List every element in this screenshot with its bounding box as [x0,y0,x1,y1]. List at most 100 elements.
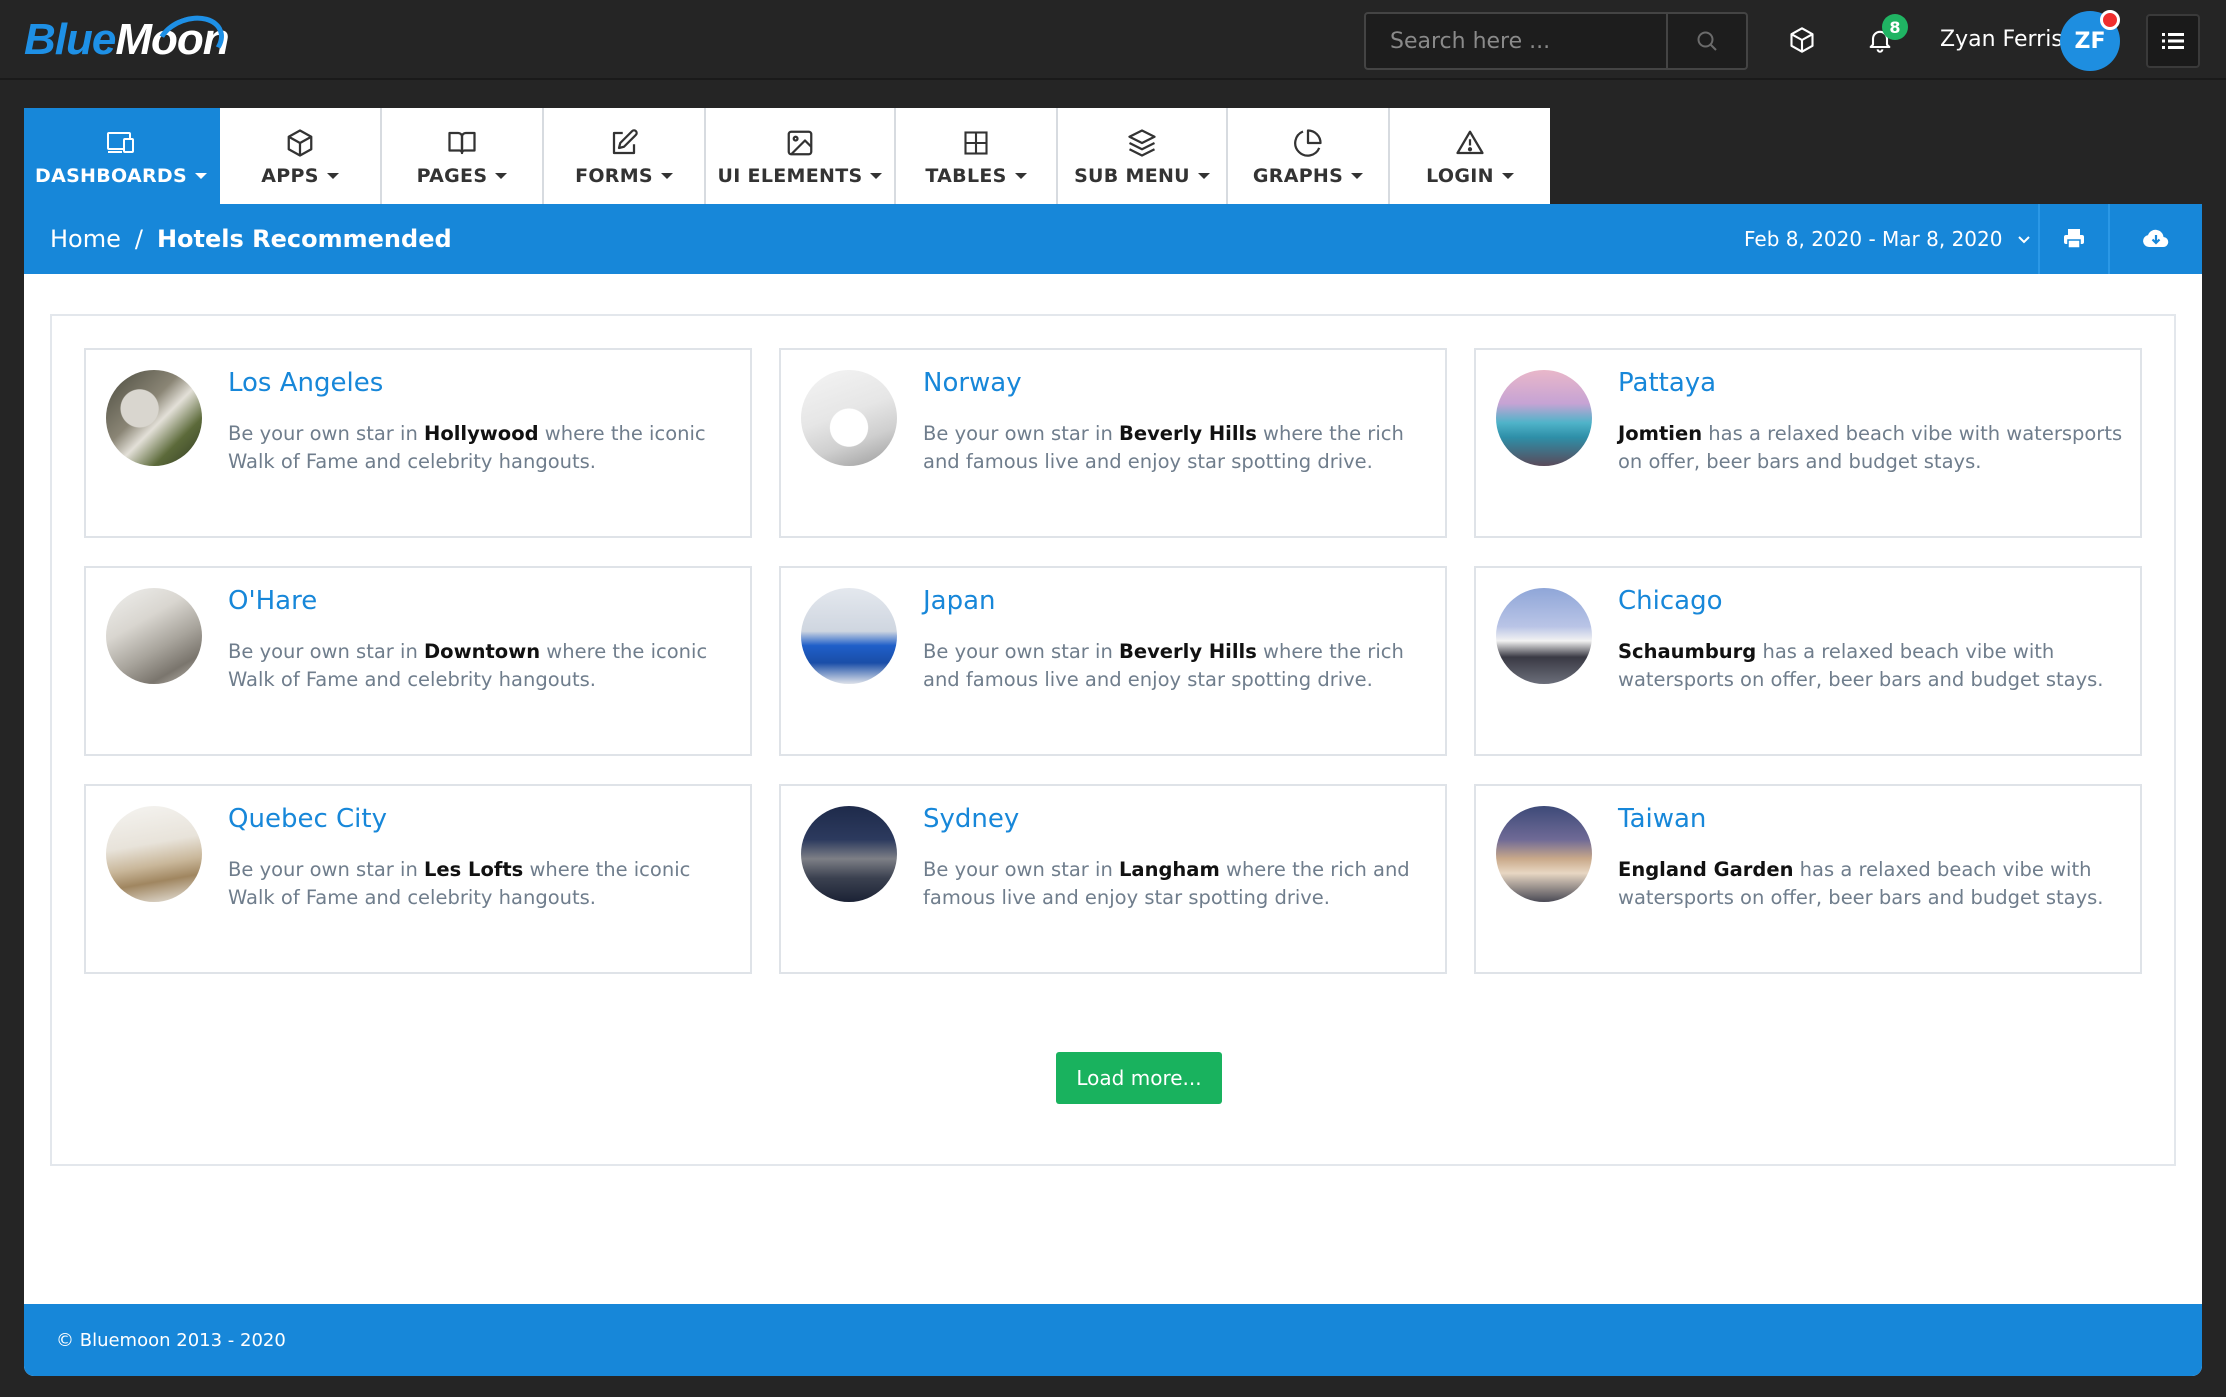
hotel-card[interactable]: Sydney Be your own star in Langham where… [779,784,1447,974]
hotel-thumbnail [801,370,897,466]
hotel-card[interactable]: Taiwan England Garden has a relaxed beac… [1474,784,2142,974]
tab-pages[interactable]: PAGES [382,108,544,204]
hotel-description: Be your own star in Downtown where the i… [228,640,708,691]
tab-login[interactable]: LOGIN [1390,108,1550,204]
hotel-thumbnail [106,588,202,684]
hotel-highlight: Hollywood [424,422,539,445]
hotel-description: Be your own star in Hollywood where the … [228,422,706,473]
hotel-title[interactable]: Pattaya [1618,368,1716,398]
breadcrumb-home[interactable]: Home [50,225,121,253]
printer-icon [2064,229,2084,249]
menu-toggle-button[interactable] [2146,14,2200,68]
hotel-card[interactable]: Norway Be your own star in Beverly Hills… [779,348,1447,538]
tab-apps[interactable]: APPS [220,108,382,204]
tab-label: FORMS [575,165,653,187]
tab-label: LOGIN [1426,165,1494,187]
box-icon [1790,27,1814,53]
hotel-highlight: England Garden [1618,858,1794,881]
hotel-thumbnail [801,588,897,684]
tab-label: GRAPHS [1252,165,1344,187]
hotel-card[interactable]: Los Angeles Be your own star in Hollywoo… [84,348,752,538]
box-button[interactable] [1782,20,1822,60]
download-button[interactable] [2108,204,2202,274]
layers-icon [1128,129,1156,157]
tab-sub-menu[interactable]: SUB MENU [1058,108,1228,204]
hotels-container: Los Angeles Be your own star in Hollywoo… [50,314,2176,1166]
hotel-thumbnail [106,806,202,902]
grid-icon [964,131,988,155]
alert-triangle-icon [1456,130,1484,155]
notification-badge: 8 [1882,14,1908,40]
hotel-title[interactable]: Quebec City [228,804,387,834]
hotel-card[interactable]: O'Hare Be your own star in Downtown wher… [84,566,752,756]
tab-forms[interactable]: FORMS [544,108,706,204]
avatar-status-dot [2100,10,2120,30]
hotel-description: Be your own star in Langham where the ri… [923,858,1410,909]
list-icon [2162,33,2184,49]
hotel-title[interactable]: Taiwan [1618,804,1706,834]
hotel-title[interactable]: Norway [923,368,1022,398]
date-range-text: Feb 8, 2020 - Mar 8, 2020 [1744,227,2003,251]
search-input[interactable] [1366,14,1666,68]
hotel-highlight: Downtown [424,640,541,663]
footer: © Bluemoon 2013 - 2020 [24,1304,2202,1376]
hotel-highlight: Beverly Hills [1119,422,1257,445]
logo-text-white: Moon [115,6,232,78]
hotel-thumbnail [1496,370,1592,466]
main-nav: DASHBOARDS APPS PAGES FORMS UI ELEMENTS … [24,108,1550,204]
hotel-description: Be your own star in Beverly Hills where … [923,422,1404,473]
book-icon [448,131,476,155]
copyright-text: © Bluemoon 2013 - 2020 [56,1329,286,1351]
notifications-button[interactable]: 8 [1860,14,1908,60]
hotel-title[interactable]: Sydney [923,804,1019,834]
chevron-down-icon [495,173,508,179]
hotel-thumbnail [801,806,897,902]
bluemoon-logo[interactable]: BlueMoon [24,6,232,78]
pie-chart-icon [1294,129,1322,157]
hotel-description: Be your own star in Beverly Hills where … [923,640,1404,691]
top-bar: BlueMoon 8 Zyan Ferris ZF [0,0,2226,80]
chevron-down-icon [194,173,207,179]
date-range-picker[interactable]: Feb 8, 2020 - Mar 8, 2020 [1744,204,2032,274]
edit-icon [612,129,638,155]
print-button[interactable] [2038,204,2108,274]
hotel-description: England Garden has a relaxed beach vibe … [1618,858,2104,909]
hotel-card[interactable]: Chicago Schaumburg has a relaxed beach v… [1474,566,2142,756]
tab-label: APPS [261,165,319,187]
page-title: Hotels Recommended [156,225,452,253]
search-button[interactable] [1666,14,1746,68]
tab-ui-elements[interactable]: UI ELEMENTS [706,108,896,204]
load-more-button[interactable]: Load more... [1056,1052,1222,1104]
hotel-highlight: Beverly Hills [1119,640,1257,663]
box-icon [287,129,313,157]
hotel-highlight: Langham [1119,858,1220,881]
chevron-down-icon [326,173,339,179]
hotel-title[interactable]: Chicago [1618,586,1723,616]
tab-tables[interactable]: TABLES [896,108,1058,204]
hotel-title[interactable]: Japan [923,586,996,616]
tab-graphs[interactable]: GRAPHS [1228,108,1390,204]
chevron-down-icon [870,173,883,179]
hotel-card[interactable]: Japan Be your own star in Beverly Hills … [779,566,1447,756]
logo-text-blue: Blue [24,15,116,64]
hotel-highlight: Jomtien [1618,422,1703,445]
hotel-title[interactable]: Los Angeles [228,368,383,398]
chevron-down-icon [1501,173,1514,179]
chevron-down-icon [2018,236,2031,244]
chevron-down-icon [1014,173,1027,179]
hotel-highlight: Les Lofts [424,858,524,881]
hotel-thumbnail [1496,588,1592,684]
hotel-card[interactable]: Quebec City Be your own star in Les Loft… [84,784,752,974]
page-header-bar: Home / Hotels Recommended Feb 8, 2020 - … [24,204,2202,274]
search-icon [1697,31,1717,51]
tab-label: UI ELEMENTS [717,165,863,187]
chevron-down-icon [1351,173,1364,179]
hotel-description: Schaumburg has a relaxed beach vibe with… [1618,640,2104,691]
main-panel: Home / Hotels Recommended Feb 8, 2020 - … [24,204,2202,1376]
user-name[interactable]: Zyan Ferris [1940,20,2063,60]
chevron-down-icon [660,173,673,179]
breadcrumb-separator: / [134,225,143,253]
tab-dashboards[interactable]: DASHBOARDS [24,108,220,204]
hotel-card[interactable]: Pattaya Jomtien has a relaxed beach vibe… [1474,348,2142,538]
hotel-title[interactable]: O'Hare [228,586,317,616]
